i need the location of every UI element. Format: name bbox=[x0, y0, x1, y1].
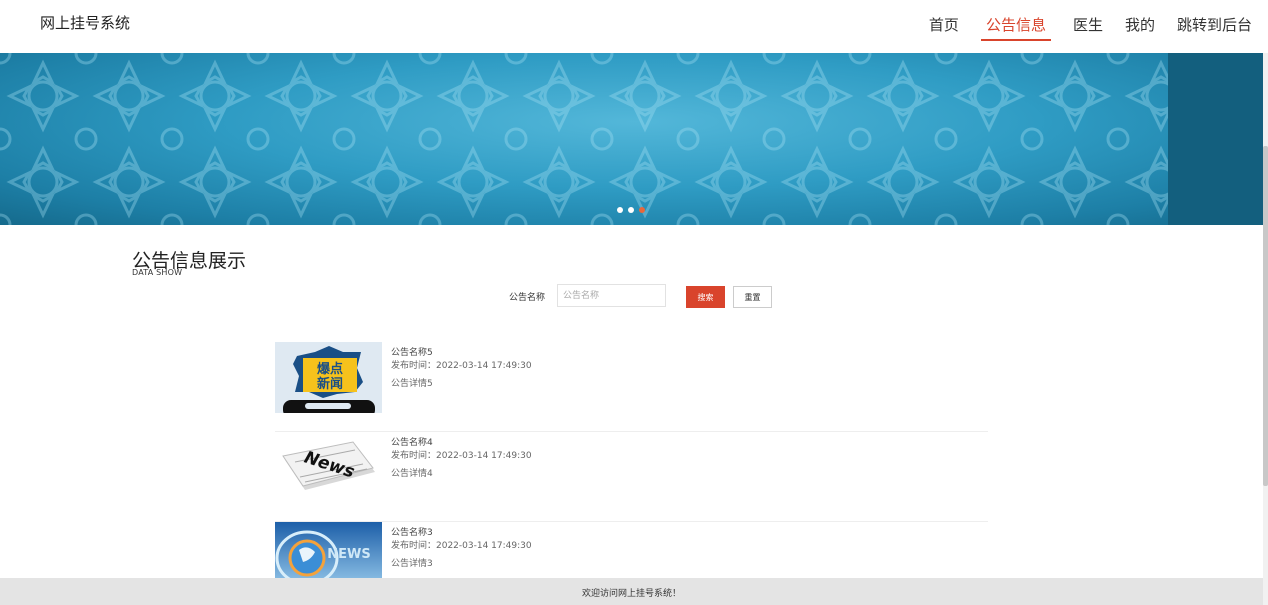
image-text: 爆点 bbox=[317, 361, 343, 377]
footer: 欢迎访问网上挂号系统！ bbox=[0, 578, 1263, 605]
section-subtitle: DATA SHOW bbox=[132, 268, 183, 277]
nav-bar: 首页 公告信息 医生 我的 跳转到后台 bbox=[907, 14, 1252, 41]
item-info: 公告名称4 发布时间：2022-03-14 17:49:30 公告详情4 bbox=[391, 437, 532, 481]
banner-edge bbox=[1168, 53, 1268, 225]
nav-item-mine[interactable]: 我的 bbox=[1125, 14, 1155, 41]
item-detail: 公告详情4 bbox=[391, 469, 433, 479]
item-name[interactable]: 公告名称3 bbox=[391, 527, 532, 540]
header: 网上挂号系统 首页 公告信息 医生 我的 跳转到后台 bbox=[0, 0, 1268, 53]
search-input[interactable] bbox=[557, 284, 666, 307]
nav-item-doctors[interactable]: 医生 bbox=[1073, 14, 1103, 41]
carousel-dot[interactable] bbox=[628, 207, 634, 213]
list-item[interactable]: News 公告名称4 发布时间：2022-03-14 17:49:30 公告详情… bbox=[275, 432, 988, 522]
explosive-news-image[interactable]: 爆点 新闻 bbox=[275, 342, 382, 413]
banner-carousel[interactable] bbox=[0, 53, 1268, 225]
carousel-dots bbox=[617, 207, 645, 213]
nav-item-home[interactable]: 首页 bbox=[929, 14, 959, 41]
carousel-dot[interactable] bbox=[617, 207, 623, 213]
search-button[interactable]: 搜索 bbox=[686, 286, 725, 308]
reset-button[interactable]: 重置 bbox=[733, 286, 772, 308]
banner-pattern bbox=[0, 53, 1268, 225]
image-text: NEWS bbox=[327, 547, 370, 562]
announcement-list: 爆点 新闻 公告名称5 发布时间：2022-03-14 17:49:30 公告详… bbox=[275, 342, 988, 605]
site-title: 网上挂号系统 bbox=[40, 14, 131, 32]
item-info: 公告名称5 发布时间：2022-03-14 17:49:30 公告详情5 bbox=[391, 347, 532, 391]
item-time: 发布时间：2022-03-14 17:49:30 bbox=[391, 541, 532, 551]
carousel-dot-active[interactable] bbox=[639, 207, 645, 213]
search-label: 公告名称 bbox=[509, 293, 546, 303]
item-name[interactable]: 公告名称5 bbox=[391, 347, 532, 360]
image-text: 新闻 bbox=[317, 376, 343, 392]
item-name[interactable]: 公告名称4 bbox=[391, 437, 532, 450]
item-time: 发布时间：2022-03-14 17:49:30 bbox=[391, 451, 532, 461]
item-time: 发布时间：2022-03-14 17:49:30 bbox=[391, 361, 532, 371]
nav-item-backend[interactable]: 跳转到后台 bbox=[1177, 14, 1252, 41]
scrollbar-track[interactable] bbox=[1263, 53, 1268, 605]
item-detail: 公告详情3 bbox=[391, 559, 433, 569]
nav-item-announcements[interactable]: 公告信息 bbox=[980, 14, 1051, 41]
item-info: 公告名称3 发布时间：2022-03-14 17:49:30 公告详情3 bbox=[391, 527, 532, 571]
newspaper-image[interactable]: News bbox=[275, 432, 382, 503]
item-detail: 公告详情5 bbox=[391, 379, 433, 389]
scrollbar-thumb[interactable] bbox=[1263, 146, 1268, 486]
list-item[interactable]: 爆点 新闻 公告名称5 发布时间：2022-03-14 17:49:30 公告详… bbox=[275, 342, 988, 432]
